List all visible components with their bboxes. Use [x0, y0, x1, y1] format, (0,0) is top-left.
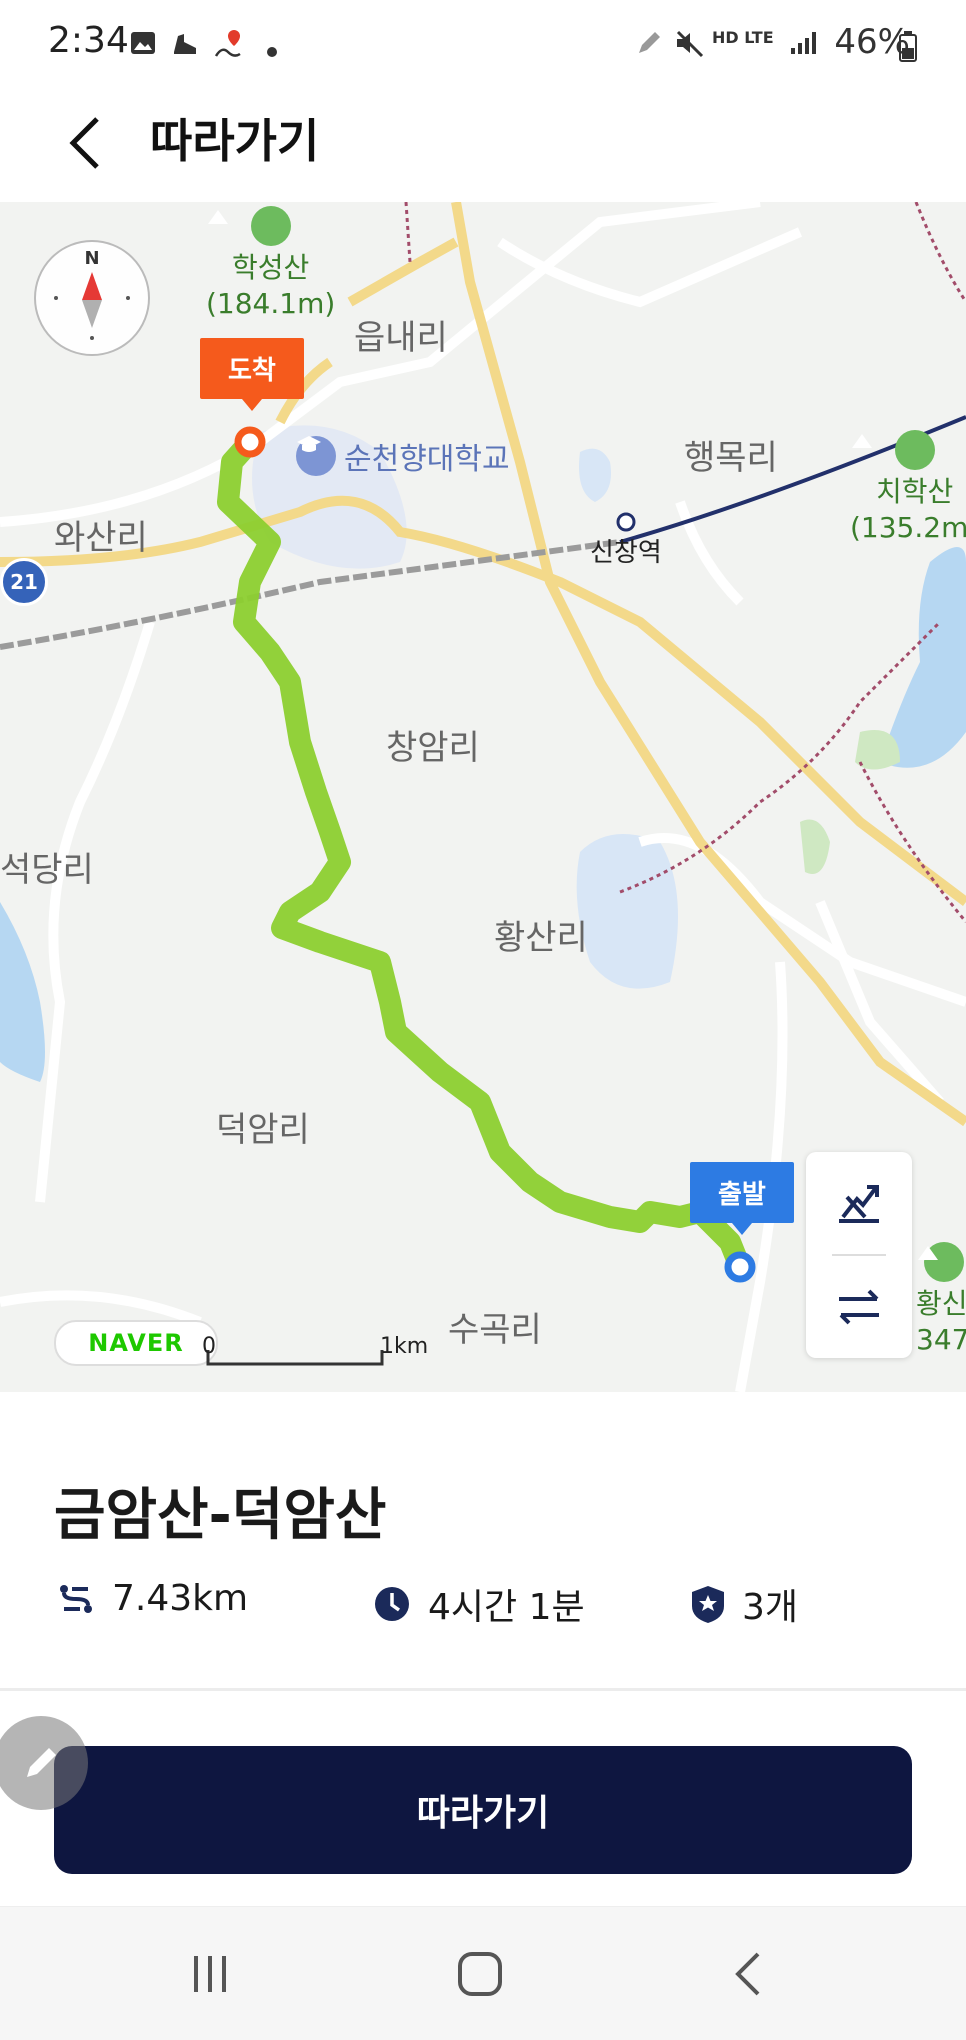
reverse-route-button[interactable]	[806, 1256, 912, 1358]
page-title: 따라가기	[150, 114, 320, 168]
network-indicator: HD LTE	[712, 28, 774, 47]
arrival-label: 도착	[200, 338, 304, 411]
elevation-profile-button[interactable]	[806, 1152, 912, 1254]
gallery-icon	[128, 28, 158, 65]
pencil-icon	[634, 28, 664, 65]
app-header	[0, 90, 966, 202]
peak-label: 치학산(135.2m)	[850, 430, 966, 546]
divider	[0, 1688, 966, 1691]
start-marker[interactable]: 출발	[690, 1162, 794, 1235]
status-time: 2:34	[48, 20, 129, 61]
map-tools	[806, 1152, 912, 1358]
shoe-icon	[170, 28, 200, 65]
stamp-stat: 3개	[690, 1578, 798, 1630]
nav-back-button[interactable]	[700, 1936, 796, 2012]
naver-logo: NAVER	[54, 1320, 218, 1366]
distance-stat: 7.43km	[56, 1578, 248, 1619]
svg-text:N: N	[84, 248, 99, 269]
peak-label: 황신347.7	[916, 1242, 966, 1358]
place-label: 황산리	[494, 918, 588, 958]
scale-zero: 0	[202, 1334, 216, 1359]
distance-value: 7.43km	[112, 1578, 249, 1619]
home-button[interactable]	[432, 1936, 528, 2012]
start-label: 출발	[690, 1162, 794, 1235]
home-icon	[458, 1952, 502, 1996]
elevation-icon	[839, 1185, 879, 1223]
stamp-value: 3개	[742, 1587, 799, 1628]
dot-icon	[266, 32, 278, 65]
map-pin-icon	[212, 28, 244, 67]
mute-icon	[674, 28, 706, 65]
recent-apps-button[interactable]	[162, 1936, 258, 2012]
route-number-badge: 21	[0, 558, 48, 606]
place-label: 석당리	[0, 850, 94, 890]
course-title: 금암산-덕암산	[54, 1483, 387, 1548]
compass-icon: N	[54, 248, 130, 340]
peak-label: 학성산 (184.1m)	[206, 206, 335, 322]
compass-button[interactable]: N	[34, 240, 150, 356]
mountain-icon	[208, 206, 291, 246]
place-label: 덕암리	[216, 1110, 310, 1150]
scale-km: 1km	[380, 1334, 429, 1359]
battery-icon	[898, 30, 918, 66]
place-label: 행목리	[684, 438, 778, 478]
place-label: 읍내리	[354, 318, 448, 358]
back-arrow-icon	[69, 117, 99, 169]
recents-icon	[194, 1956, 226, 1992]
pencil-icon	[27, 1748, 56, 1777]
station-label: 신창역	[590, 538, 662, 568]
graduation-cap-icon	[296, 436, 336, 476]
mountain-icon	[918, 1242, 964, 1282]
scale-bar	[206, 1350, 384, 1366]
duration-value: 4시간 1분	[428, 1587, 585, 1628]
university-label: 순천향대학교	[296, 434, 510, 478]
mountain-icon	[852, 430, 935, 470]
follow-button[interactable]: 따라가기	[54, 1746, 912, 1874]
arrival-marker[interactable]: 도착	[200, 338, 304, 411]
place-label: 와산리	[54, 518, 148, 558]
place-label: 수곡리	[448, 1310, 542, 1350]
back-icon	[735, 1952, 760, 1996]
duration-stat: 4시간 1분	[372, 1578, 585, 1630]
signal-icon	[788, 28, 818, 65]
place-label: 창암리	[386, 728, 480, 768]
swap-icon	[839, 1289, 879, 1325]
route-icon	[60, 1584, 92, 1613]
back-button[interactable]	[50, 108, 120, 178]
shield-star-icon	[692, 1586, 724, 1623]
clock-icon	[375, 1587, 409, 1621]
